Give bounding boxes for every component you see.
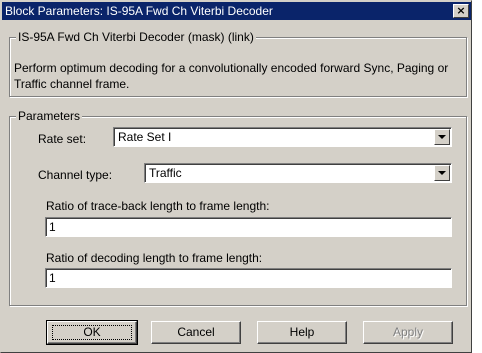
chevron-down-icon[interactable] [434,129,450,145]
mask-description-group: IS-95A Fwd Ch Viterbi Decoder (mask) (li… [9,30,467,97]
block-description: Perform optimum decoding for a convoluti… [14,61,449,91]
cancel-button[interactable]: Cancel [151,321,241,344]
close-icon: × [456,4,466,17]
close-button[interactable]: × [453,4,469,18]
ok-button-label: OK [83,325,101,339]
traceback-ratio-label: Ratio of trace-back length to frame leng… [46,199,270,213]
parameters-group-legend: Parameters [16,109,83,123]
parameters-group: Parameters Rate set: Rate Set I Channel … [9,109,467,306]
channel-type-value: Traffic [149,166,182,180]
rate-set-dropdown[interactable]: Rate Set I [113,127,452,147]
block-parameters-dialog: Block Parameters: IS-95A Fwd Ch Viterbi … [0,0,472,353]
title-bar[interactable]: Block Parameters: IS-95A Fwd Ch Viterbi … [2,2,471,20]
help-button-label: Help [289,325,315,339]
chevron-down-icon[interactable] [434,165,450,181]
mask-group-legend: IS-95A Fwd Ch Viterbi Decoder (mask) (li… [16,30,256,44]
rate-set-value: Rate Set I [118,130,172,144]
apply-button-label: Apply [392,325,424,339]
decoding-ratio-label: Ratio of decoding length to frame length… [46,251,263,265]
apply-button[interactable]: Apply [363,321,453,344]
decoding-ratio-value: 1 [49,271,56,285]
channel-type-dropdown[interactable]: Traffic [144,163,452,183]
decoding-ratio-input[interactable]: 1 [45,268,452,288]
help-button[interactable]: Help [257,321,347,344]
traceback-ratio-input[interactable]: 1 [45,217,452,237]
window-title: Block Parameters: IS-95A Fwd Ch Viterbi … [5,4,273,18]
channel-type-label: Channel type: [38,168,113,182]
traceback-ratio-value: 1 [49,220,56,234]
cancel-button-label: Cancel [177,325,215,339]
ok-button[interactable]: OK [46,320,138,345]
rate-set-label: Rate set: [38,132,87,146]
